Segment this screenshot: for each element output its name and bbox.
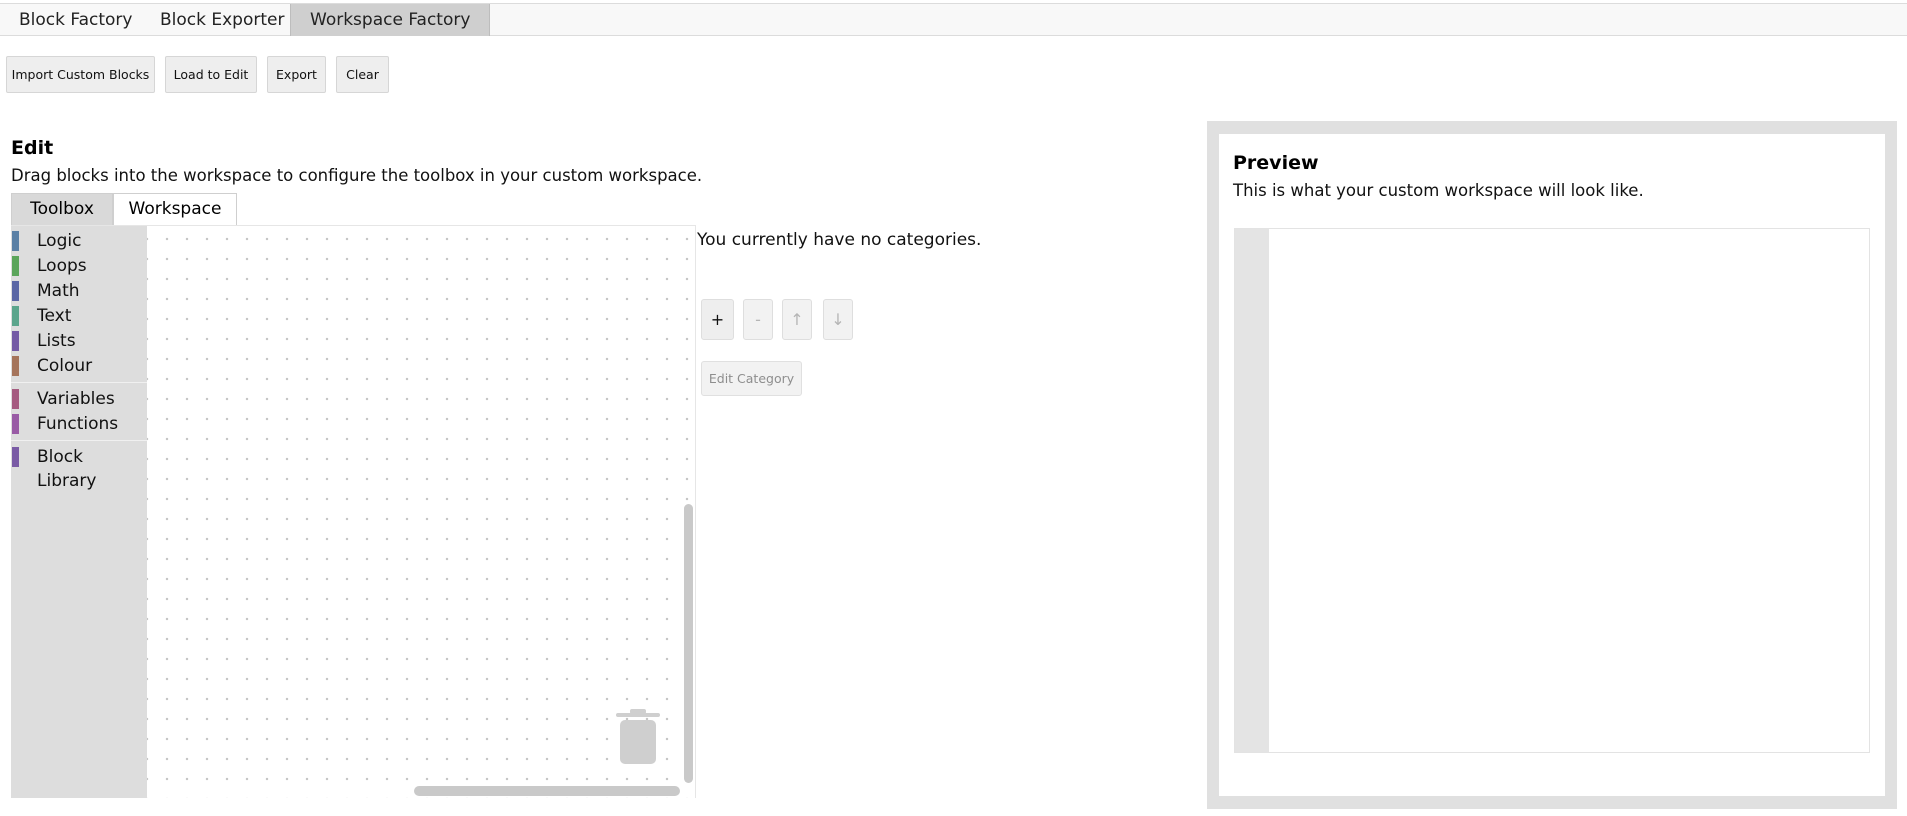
tab-block-exporter[interactable]: Block Exporter	[141, 4, 303, 36]
category-color-swatch	[12, 281, 19, 301]
category-color-swatch	[12, 231, 19, 251]
category-loops[interactable]: Loops	[11, 254, 147, 278]
move-up-button[interactable]: ↑	[782, 299, 812, 340]
category-label: Math	[37, 281, 80, 301]
edit-category-button[interactable]: Edit Category	[701, 361, 802, 396]
trash-can-icon[interactable]	[612, 708, 664, 768]
tab-workspace[interactable]: Workspace	[113, 193, 237, 225]
export-button[interactable]: Export	[267, 56, 326, 93]
category-text[interactable]: Text	[11, 304, 147, 328]
load-to-edit-button[interactable]: Load to Edit	[165, 56, 257, 93]
tab-workspace-factory[interactable]: Workspace Factory	[290, 4, 491, 36]
category-color-swatch	[12, 389, 19, 409]
category-color-swatch	[12, 331, 19, 351]
preview-toolbox	[1235, 229, 1269, 752]
category-color-swatch	[12, 256, 19, 276]
category-functions[interactable]: Functions	[11, 412, 147, 436]
toolbox-separator	[11, 440, 147, 441]
category-block-library[interactable]: Block Library	[11, 445, 147, 491]
category-color-swatch	[12, 447, 19, 467]
edit-description: Drag blocks into the workspace to config…	[11, 166, 703, 185]
category-colour[interactable]: Colour	[11, 354, 147, 378]
category-variables[interactable]: Variables	[11, 387, 147, 411]
workspace-horizontal-scrollbar[interactable]	[414, 786, 680, 796]
category-color-swatch	[12, 414, 19, 434]
category-label: Text	[37, 306, 72, 326]
import-custom-blocks-button[interactable]: Import Custom Blocks	[6, 56, 155, 93]
edit-title: Edit	[11, 137, 54, 159]
category-label: Lists	[37, 331, 76, 351]
tab-block-factory[interactable]: Block Factory	[0, 4, 151, 36]
no-categories-message: You currently have no categories.	[697, 230, 982, 250]
preview-description: This is what your custom workspace will …	[1233, 181, 1644, 200]
tab-toolbox[interactable]: Toolbox	[11, 193, 113, 225]
clear-button[interactable]: Clear	[336, 56, 389, 93]
top-tab-bar: Block Factory Block Exporter Workspace F…	[0, 3, 1907, 36]
preview-workspace[interactable]	[1234, 228, 1870, 753]
category-label: Functions	[37, 414, 119, 434]
category-label: Colour	[37, 356, 93, 376]
move-down-button[interactable]: ↓	[823, 299, 853, 340]
toolbox-separator	[11, 382, 147, 383]
edit-workspace: Logic Loops Math Text Lists Colour Varia…	[11, 225, 696, 798]
category-label: Variables	[37, 389, 115, 409]
category-logic[interactable]: Logic	[11, 229, 147, 253]
category-color-swatch	[12, 306, 19, 326]
category-label: Loops	[37, 256, 87, 276]
category-math[interactable]: Math	[11, 279, 147, 303]
category-label: Logic	[37, 231, 82, 251]
category-label: Block Library	[37, 447, 97, 491]
workspace-vertical-scrollbar[interactable]	[684, 504, 693, 783]
category-color-swatch	[12, 356, 19, 376]
toolbox-panel: Logic Loops Math Text Lists Colour Varia…	[11, 226, 147, 798]
category-lists[interactable]: Lists	[11, 329, 147, 353]
preview-title: Preview	[1233, 152, 1319, 174]
remove-category-button[interactable]: -	[743, 299, 773, 340]
add-category-button[interactable]: +	[701, 299, 734, 340]
